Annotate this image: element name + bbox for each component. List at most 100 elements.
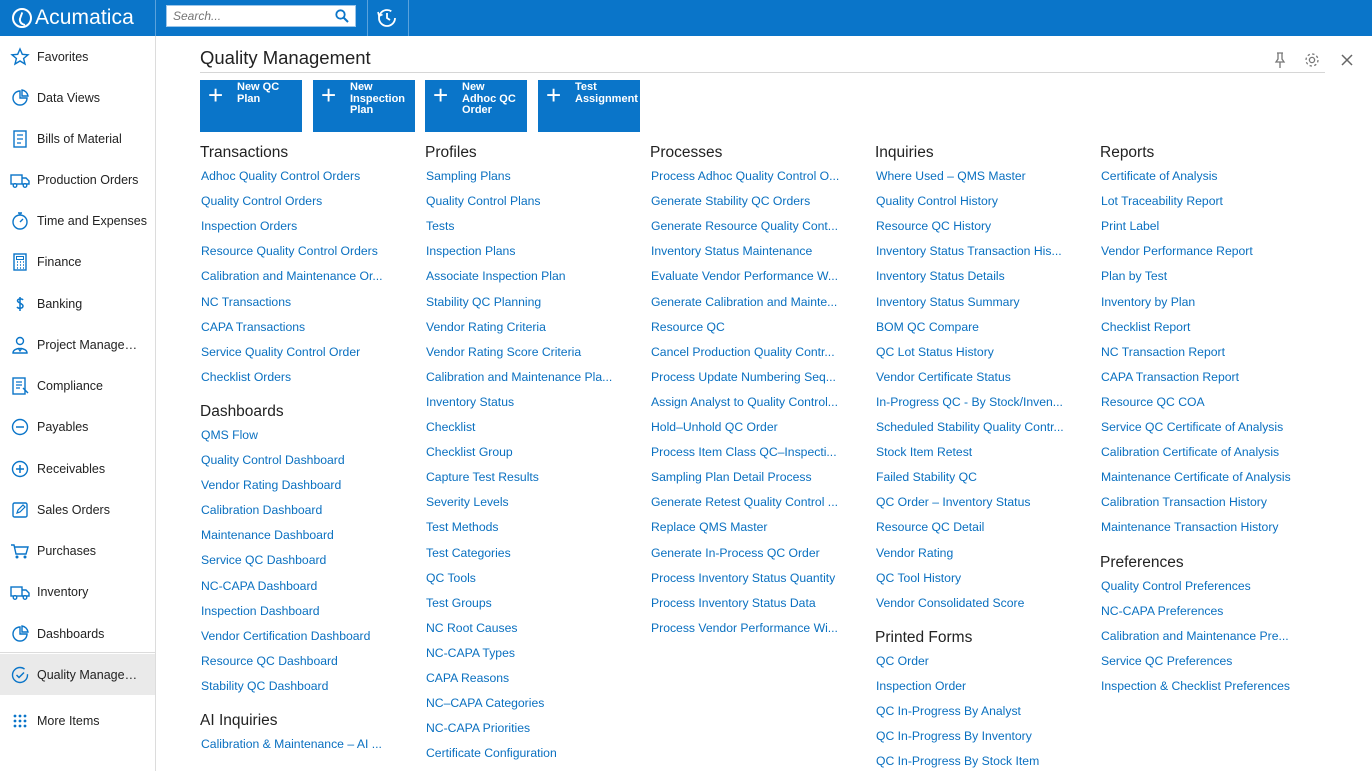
workspace-link[interactable]: QC In-Progress By Inventory: [876, 729, 1032, 743]
workspace-link[interactable]: QMS Flow: [201, 428, 258, 442]
workspace-link[interactable]: Test Groups: [426, 596, 492, 610]
workspace-link[interactable]: Severity Levels: [426, 495, 509, 509]
workspace-link[interactable]: Calibration Dashboard: [201, 503, 322, 517]
workspace-link[interactable]: Generate Retest Quality Control ...: [651, 495, 838, 509]
sidebar-item-project-management[interactable]: Project Management: [0, 324, 155, 365]
sidebar-item-purchases[interactable]: Purchases: [0, 530, 155, 571]
workspace-link[interactable]: NC Transactions: [201, 295, 291, 309]
workspace-link[interactable]: Quality Control History: [876, 194, 998, 208]
workspace-link[interactable]: Inspection Orders: [201, 219, 297, 233]
workspace-link[interactable]: Inspection Dashboard: [201, 604, 320, 618]
workspace-link[interactable]: BOM QC Compare: [876, 320, 979, 334]
workspace-link[interactable]: Inventory by Plan: [1101, 295, 1195, 309]
workspace-link[interactable]: Capture Test Results: [426, 470, 539, 484]
close-icon[interactable]: [1338, 51, 1356, 69]
workspace-link[interactable]: Lot Traceability Report: [1101, 194, 1223, 208]
sidebar-item-time-and-expenses[interactable]: Time and Expenses: [0, 200, 155, 241]
workspace-link[interactable]: Vendor Consolidated Score: [876, 596, 1024, 610]
workspace-link[interactable]: Maintenance Transaction History: [1101, 520, 1278, 534]
workspace-link[interactable]: Generate Resource Quality Cont...: [651, 219, 838, 233]
workspace-link[interactable]: Certificate of Analysis: [1101, 169, 1218, 183]
workspace-link[interactable]: Checklist Report: [1101, 320, 1190, 334]
workspace-link[interactable]: Vendor Performance Report: [1101, 244, 1253, 258]
workspace-link[interactable]: Inventory Status Summary: [876, 295, 1020, 309]
workspace-link[interactable]: Assign Analyst to Quality Control...: [651, 395, 838, 409]
acumatica-logo[interactable]: Acumatica: [12, 6, 134, 30]
workspace-link[interactable]: NC Transaction Report: [1101, 345, 1225, 359]
workspace-link[interactable]: Where Used – QMS Master: [876, 169, 1026, 183]
workspace-link[interactable]: Resource QC History: [876, 219, 991, 233]
workspace-link[interactable]: Stability QC Dashboard: [201, 679, 328, 693]
workspace-link[interactable]: Resource QC: [651, 320, 725, 334]
workspace-link[interactable]: Maintenance Certificate of Analysis: [1101, 470, 1291, 484]
workspace-link[interactable]: Calibration Certificate of Analysis: [1101, 445, 1279, 459]
sidebar-item-payables[interactable]: Payables: [0, 406, 155, 447]
workspace-link[interactable]: QC Lot Status History: [876, 345, 994, 359]
test-assignment-tile[interactable]: + Test Assignment: [538, 80, 640, 132]
workspace-link[interactable]: Maintenance Dashboard: [201, 528, 334, 542]
sidebar-item-dashboards[interactable]: Dashboards: [0, 613, 155, 654]
sidebar-item-banking[interactable]: Banking: [0, 283, 155, 324]
sidebar-item-bills-of-material[interactable]: Bills of Material: [0, 118, 155, 159]
workspace-link[interactable]: CAPA Transaction Report: [1101, 370, 1239, 384]
workspace-link[interactable]: QC Tool History: [876, 571, 961, 585]
workspace-link[interactable]: Calibration Transaction History: [1101, 495, 1267, 509]
workspace-link[interactable]: Vendor Certification Dashboard: [201, 629, 370, 643]
workspace-link[interactable]: Stability QC Planning: [426, 295, 541, 309]
workspace-link[interactable]: QC Tools: [426, 571, 476, 585]
workspace-link[interactable]: Process Adhoc Quality Control O...: [651, 169, 839, 183]
sidebar-item-sales-orders[interactable]: Sales Orders: [0, 489, 155, 530]
sidebar-item-quality-management[interactable]: Quality Management: [0, 654, 155, 695]
workspace-link[interactable]: Plan by Test: [1101, 269, 1167, 283]
more-items-button[interactable]: More Items: [0, 700, 155, 741]
workspace-link[interactable]: Vendor Certificate Status: [876, 370, 1011, 384]
sidebar-item-production-orders[interactable]: Production Orders: [0, 159, 155, 200]
workspace-link[interactable]: NC–CAPA Categories: [426, 696, 544, 710]
sidebar-item-data-views[interactable]: Data Views: [0, 77, 155, 118]
new-inspection-plan-tile[interactable]: + New Inspection Plan: [313, 80, 415, 132]
sidebar-item-compliance[interactable]: Compliance: [0, 365, 155, 406]
workspace-link[interactable]: Process Vendor Performance Wi...: [651, 621, 838, 635]
workspace-link[interactable]: Test Categories: [426, 546, 511, 560]
gear-icon[interactable]: [1303, 51, 1321, 69]
workspace-link[interactable]: Sampling Plans: [426, 169, 511, 183]
workspace-link[interactable]: Quality Control Orders: [201, 194, 322, 208]
workspace-link[interactable]: Quality Control Preferences: [1101, 579, 1251, 593]
workspace-link[interactable]: Print Label: [1101, 219, 1159, 233]
workspace-link[interactable]: Generate In-Process QC Order: [651, 546, 820, 560]
workspace-link[interactable]: Evaluate Vendor Performance W...: [651, 269, 838, 283]
workspace-link[interactable]: NC Root Causes: [426, 621, 517, 635]
workspace-link[interactable]: Inspection Order: [876, 679, 966, 693]
workspace-link[interactable]: Vendor Rating: [876, 546, 953, 560]
workspace-link[interactable]: Cancel Production Quality Contr...: [651, 345, 835, 359]
workspace-link[interactable]: Process Inventory Status Quantity: [651, 571, 835, 585]
history-icon[interactable]: [369, 6, 405, 30]
workspace-link[interactable]: Quality Control Plans: [426, 194, 540, 208]
workspace-link[interactable]: Inventory Status Details: [876, 269, 1005, 283]
workspace-link[interactable]: Vendor Rating Score Criteria: [426, 345, 581, 359]
workspace-link[interactable]: Checklist Group: [426, 445, 513, 459]
workspace-link[interactable]: Checklist Orders: [201, 370, 291, 384]
workspace-link[interactable]: Resource QC COA: [1101, 395, 1205, 409]
workspace-link[interactable]: Test Methods: [426, 520, 498, 534]
workspace-link[interactable]: Service QC Dashboard: [201, 553, 326, 567]
workspace-link[interactable]: CAPA Transactions: [201, 320, 305, 334]
sidebar-item-favorites[interactable]: Favorites: [0, 36, 155, 77]
workspace-link[interactable]: Hold–Unhold QC Order: [651, 420, 778, 434]
workspace-link[interactable]: Process Update Numbering Seq...: [651, 370, 836, 384]
workspace-link[interactable]: Inspection Plans: [426, 244, 515, 258]
workspace-link[interactable]: Certificate Configuration: [426, 746, 557, 760]
workspace-link[interactable]: Inspection & Checklist Preferences: [1101, 679, 1290, 693]
workspace-link[interactable]: Generate Stability QC Orders: [651, 194, 810, 208]
workspace-link[interactable]: Process Inventory Status Data: [651, 596, 816, 610]
workspace-link[interactable]: Sampling Plan Detail Process: [651, 470, 812, 484]
workspace-link[interactable]: In-Progress QC - By Stock/Inven...: [876, 395, 1063, 409]
sidebar-item-inventory[interactable]: Inventory: [0, 571, 155, 612]
workspace-link[interactable]: Tests: [426, 219, 454, 233]
workspace-link[interactable]: Calibration & Maintenance – AI ...: [201, 737, 382, 751]
workspace-link[interactable]: QC Order – Inventory Status: [876, 495, 1030, 509]
workspace-link[interactable]: Service Quality Control Order: [201, 345, 360, 359]
workspace-link[interactable]: Resource QC Detail: [876, 520, 984, 534]
workspace-link[interactable]: QC Order: [876, 654, 929, 668]
workspace-link[interactable]: Scheduled Stability Quality Contr...: [876, 420, 1064, 434]
